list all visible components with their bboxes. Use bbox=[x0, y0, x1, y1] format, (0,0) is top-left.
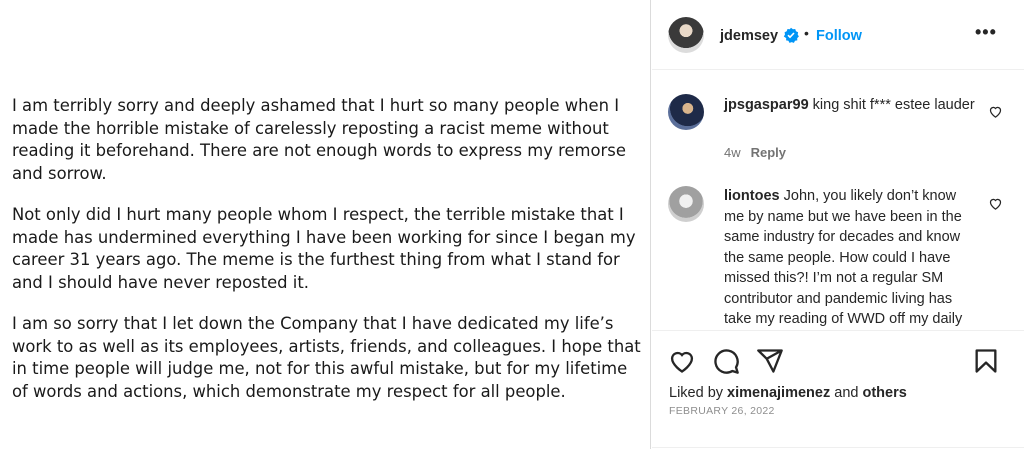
post-side-panel: jdemsey • Follow ••• jpsgaspar99 king sh… bbox=[652, 0, 1024, 449]
more-options-button[interactable]: ••• bbox=[975, 22, 997, 43]
post-image: I am terribly sorry and deeply ashamed t… bbox=[0, 0, 651, 449]
statement-paragraph-3: I am so sorry that I let down the Compan… bbox=[12, 314, 641, 401]
paper-plane-icon[interactable] bbox=[756, 347, 784, 375]
comment-body: John, you likely don’t know me by name b… bbox=[724, 188, 963, 327]
liked-and: and bbox=[834, 385, 859, 401]
comment-clip: liontoes John, you likely don’t know me … bbox=[652, 186, 1024, 330]
follow-button[interactable]: Follow bbox=[816, 28, 862, 44]
apology-statement: I am terribly sorry and deeply ashamed t… bbox=[12, 95, 642, 422]
statement-paragraph-2: Not only did I hurt many people whom I r… bbox=[12, 205, 636, 292]
reply-button[interactable]: Reply bbox=[751, 145, 786, 160]
divider bbox=[652, 447, 1024, 448]
comment-bubble-icon[interactable] bbox=[712, 347, 740, 375]
liked-prefix: Liked by bbox=[669, 385, 724, 401]
header-separator: • bbox=[804, 25, 809, 41]
comment-username[interactable]: liontoes bbox=[724, 188, 780, 204]
heart-icon[interactable] bbox=[668, 347, 696, 375]
comment-age: 4w bbox=[724, 145, 741, 160]
liked-username[interactable]: ximenajimenez bbox=[727, 385, 830, 401]
comment-like-heart-icon[interactable] bbox=[988, 196, 1003, 211]
comment-username[interactable]: jpsgaspar99 bbox=[724, 97, 809, 113]
post-date[interactable]: FEBRUARY 26, 2022 bbox=[669, 405, 775, 417]
comment-meta: 4w Reply bbox=[724, 145, 786, 160]
comment-item: liontoes John, you likely don’t know me … bbox=[724, 186, 979, 330]
comment-body: king shit f*** estee lauder bbox=[812, 97, 975, 113]
post-actions: Liked by ximenajimenez and others FEBRUA… bbox=[652, 330, 1024, 450]
verified-badge-icon bbox=[783, 27, 799, 43]
author-avatar[interactable] bbox=[668, 17, 704, 53]
statement-paragraph-1: I am terribly sorry and deeply ashamed t… bbox=[12, 96, 626, 183]
comment-like-heart-icon[interactable] bbox=[988, 104, 1003, 119]
likes-summary: Liked by ximenajimenez and others bbox=[669, 385, 907, 401]
comment-item: jpsgaspar99 king shit f*** estee lauder bbox=[724, 95, 979, 116]
liked-others[interactable]: others bbox=[862, 385, 906, 401]
author-username[interactable]: jdemsey bbox=[720, 28, 778, 44]
bookmark-icon[interactable] bbox=[972, 347, 1000, 375]
commenter-avatar[interactable] bbox=[668, 94, 704, 130]
post-header: jdemsey • Follow ••• bbox=[652, 0, 1024, 70]
